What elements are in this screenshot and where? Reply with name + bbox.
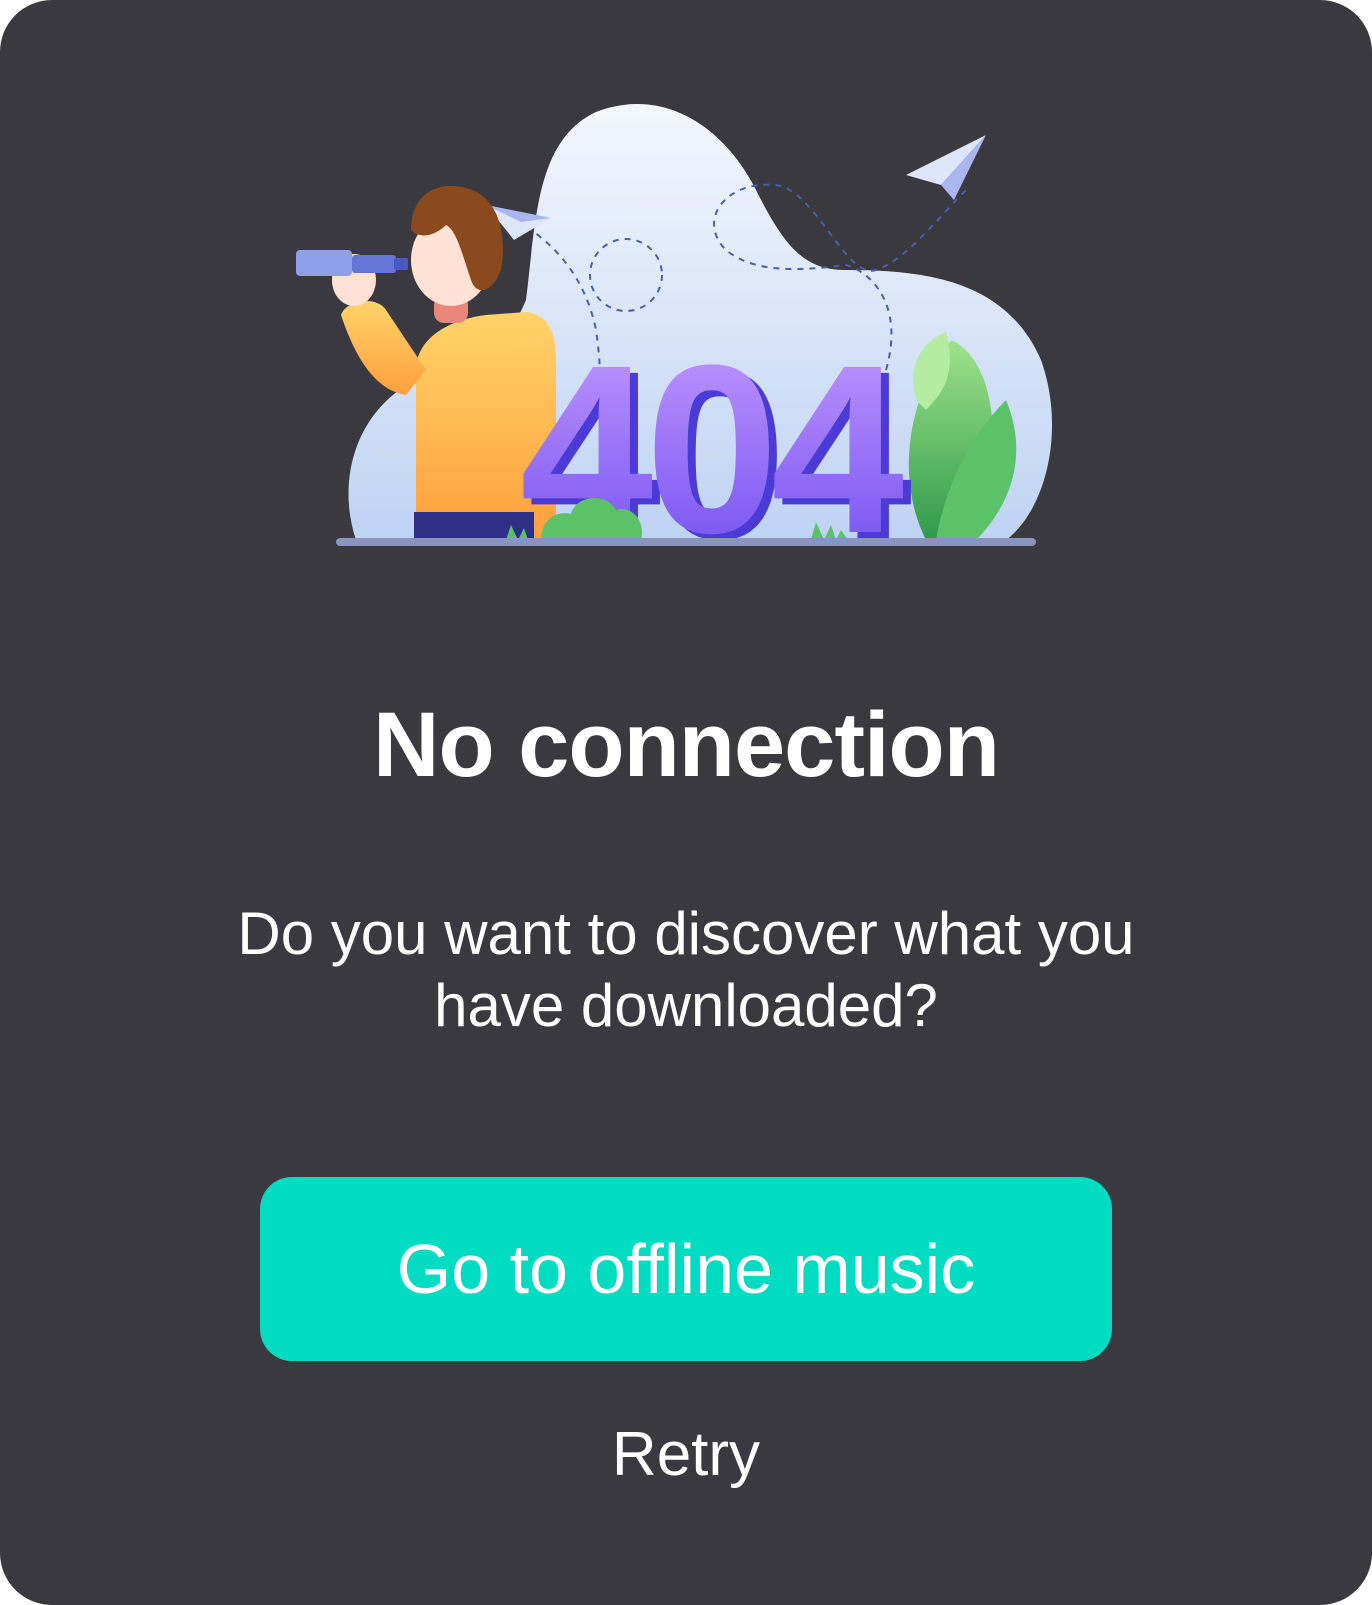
dialog-title: No connection bbox=[373, 694, 1000, 796]
go-to-offline-music-button[interactable]: Go to offline music bbox=[260, 1177, 1112, 1361]
paper-plane-right-icon bbox=[906, 135, 986, 200]
dialog-message: Do you want to discover what you have do… bbox=[237, 900, 1135, 1039]
retry-button[interactable]: Retry bbox=[536, 1410, 836, 1500]
telescope-illustration: 404 404 bbox=[286, 100, 1086, 570]
ground-line bbox=[336, 538, 1036, 546]
no-connection-dialog: 404 404 No connection Do you want to dis… bbox=[0, 0, 1372, 1605]
person-figure bbox=[296, 185, 556, 542]
